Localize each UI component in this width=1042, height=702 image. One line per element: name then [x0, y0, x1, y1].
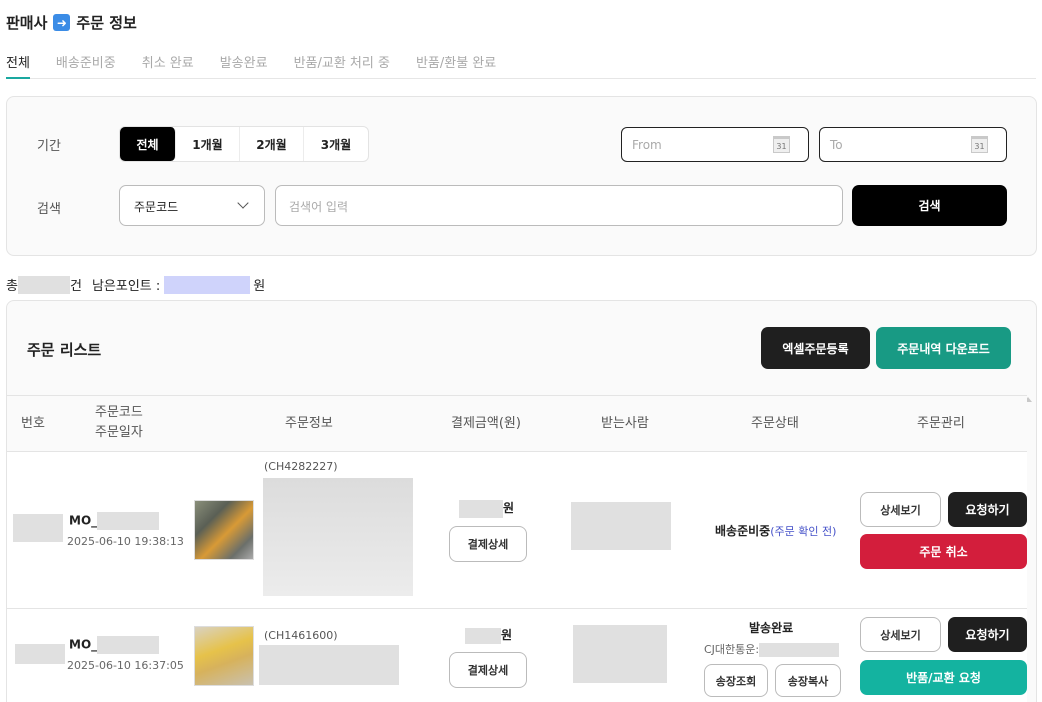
track-shipment-button[interactable]: 송장조회: [704, 664, 768, 697]
order-date: 2025-06-10 19:38:13: [67, 535, 184, 548]
view-detail-button[interactable]: 상세보기: [860, 617, 941, 652]
tab-cancelled[interactable]: 취소 완료: [142, 50, 194, 79]
period-selector: 전체 1개월 2개월 3개월: [119, 126, 369, 162]
search-button[interactable]: 검색: [852, 185, 1007, 226]
status-sub: (주문 확인 전): [770, 525, 837, 538]
product-name-redacted: [259, 645, 399, 685]
order-list-panel: 주문 리스트 엑셀주문등록 주문내역 다운로드 번호 주문코드 주문일자 주문정…: [6, 300, 1037, 702]
total-suffix: 건: [69, 279, 82, 294]
cancel-order-button[interactable]: 주문 취소: [860, 534, 1027, 569]
tab-all[interactable]: 전체: [6, 50, 30, 79]
tracking-number-redacted: [759, 643, 840, 657]
tab-preparing[interactable]: 배송준비중: [56, 50, 116, 79]
page-title: 판매사 ➜ 주문 정보: [6, 12, 137, 33]
status-badge: 배송준비중: [715, 524, 771, 538]
total-prefix: 총: [6, 279, 18, 294]
col-date: 주문일자: [95, 425, 143, 440]
product-thumbnail[interactable]: [194, 626, 254, 686]
to-placeholder: To: [830, 138, 843, 152]
order-code-redacted: [97, 512, 160, 530]
product-code: (CH4282227): [264, 460, 338, 473]
amount-suffix: 원: [501, 628, 513, 642]
tab-shipped[interactable]: 발송완료: [220, 50, 268, 79]
calendar-icon[interactable]: 31: [773, 136, 790, 153]
right-arrow-icon: ➜: [53, 14, 71, 31]
col-receiver: 받는사람: [601, 416, 649, 431]
period-label: 기간: [37, 139, 61, 154]
table-row: MO_ 2025-06-10 19:38:13 (CH4282227) 원 결제…: [7, 452, 1027, 609]
points-value-redacted: [164, 275, 251, 294]
tab-return-processing[interactable]: 반품/교환 처리 중: [294, 50, 390, 79]
col-no: 번호: [21, 416, 45, 431]
table-row: MO_ 2025-06-10 16:37:05 (CH1461600) 원 결제…: [7, 609, 1027, 702]
product-code: (CH1461600): [264, 629, 338, 642]
from-date-input[interactable]: From 31: [621, 127, 809, 162]
col-manage: 주문관리: [917, 416, 965, 431]
carrier: CJ대한통운:: [704, 641, 840, 657]
period-1month-button[interactable]: 1개월: [176, 127, 240, 161]
col-code: 주문코드: [95, 405, 143, 420]
order-status: 배송준비중(주문 확인 전): [715, 522, 836, 539]
calendar-icon[interactable]: 31: [971, 136, 988, 153]
search-input[interactable]: 검색어 입력: [275, 185, 843, 226]
request-button[interactable]: 요청하기: [948, 617, 1027, 652]
amount: 원: [459, 499, 514, 518]
amount-suffix: 원: [503, 501, 515, 515]
col-info: 주문정보: [285, 416, 333, 431]
receiver-redacted: [573, 625, 667, 683]
download-orders-button[interactable]: 주문내역 다운로드: [876, 327, 1011, 369]
amount-redacted: [459, 499, 503, 518]
search-type-select[interactable]: 주문코드: [119, 185, 265, 226]
order-code-redacted: [97, 636, 160, 654]
order-code: MO_: [69, 636, 160, 654]
tab-return-complete[interactable]: 반품/환불 완료: [416, 50, 496, 79]
return-exchange-button[interactable]: 반품/교환 요청: [860, 660, 1027, 695]
search-placeholder: 검색어 입력: [289, 200, 349, 214]
row-number-redacted: [13, 514, 63, 542]
order-date: 2025-06-10 16:37:05: [67, 659, 184, 672]
product-thumbnail[interactable]: [194, 500, 254, 560]
summary-line: 총 건 남은포인트 : 원: [6, 275, 265, 294]
points-label: 남은포인트 :: [91, 279, 161, 294]
from-placeholder: From: [632, 138, 662, 152]
copy-tracking-button[interactable]: 송장복사: [775, 664, 841, 697]
request-button[interactable]: 요청하기: [948, 492, 1027, 527]
chevron-down-icon: [237, 197, 249, 209]
period-2month-button[interactable]: 2개월: [240, 127, 304, 161]
order-code-prefix: MO_: [69, 513, 98, 528]
amount: 원: [465, 626, 512, 644]
amount-redacted: [465, 627, 501, 644]
row-number-redacted: [15, 644, 65, 664]
points-suffix: 원: [253, 279, 266, 294]
to-date-input[interactable]: To 31: [819, 127, 1007, 162]
seller-label: 판매사: [6, 14, 48, 32]
order-status: 발송완료: [749, 621, 794, 635]
status-tabs: 전체 배송준비중 취소 완료 발송완료 반품/교환 처리 중 반품/환불 완료: [6, 50, 1036, 79]
payment-detail-button[interactable]: 결제상세: [449, 526, 527, 562]
excel-order-button[interactable]: 엑셀주문등록: [761, 327, 870, 369]
order-list-title: 주문 리스트: [27, 341, 102, 359]
col-status: 주문상태: [751, 416, 799, 431]
page-label: 주문 정보: [76, 14, 137, 32]
total-count-redacted: [17, 275, 70, 294]
carrier-label: CJ대한통운:: [704, 643, 760, 656]
product-name-redacted: [263, 478, 413, 596]
filter-panel: 기간 전체 1개월 2개월 3개월 From 31 To 31 검색 주문코드 …: [6, 96, 1037, 256]
period-3month-button[interactable]: 3개월: [304, 127, 368, 161]
receiver-redacted: [571, 502, 671, 550]
search-label: 검색: [37, 202, 61, 217]
col-amount: 결제금액(원): [451, 416, 521, 431]
search-type-value: 주문코드: [134, 200, 179, 214]
table-header: 번호 주문코드 주문일자 주문정보 결제금액(원) 받는사람 주문상태 주문관리: [7, 395, 1027, 452]
period-all-button[interactable]: 전체: [120, 127, 176, 161]
order-code-prefix: MO_: [69, 637, 98, 652]
view-detail-button[interactable]: 상세보기: [860, 492, 941, 527]
order-code: MO_: [69, 512, 160, 530]
payment-detail-button[interactable]: 결제상세: [449, 652, 527, 688]
